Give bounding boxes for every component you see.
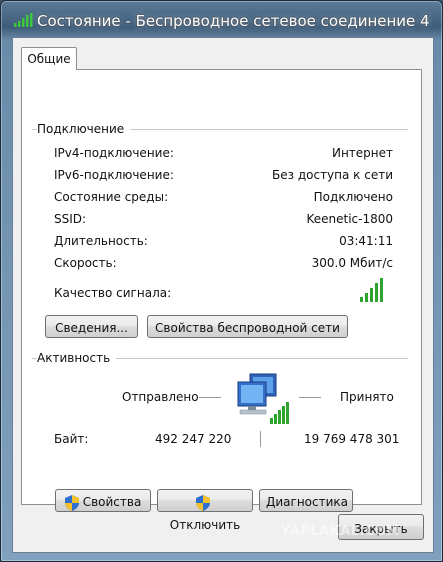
uac-shield-icon — [196, 494, 210, 511]
ssid-value: Keenetic-1800 — [306, 212, 393, 226]
status-dialog: Состояние - Беспроводное сетевое соедине… — [0, 0, 443, 562]
details-button[interactable]: Сведения... — [45, 315, 138, 338]
speed-value: 300.0 Мбит/с — [311, 256, 393, 270]
signal-bar — [360, 297, 363, 302]
duration-label: Длительность: — [54, 234, 148, 248]
title-bar[interactable]: Состояние - Беспроводное сетевое соедине… — [1, 1, 442, 37]
media-state-value: Подключено — [313, 190, 393, 204]
tab-general[interactable]: Общие — [21, 47, 77, 70]
ipv6-value: Без доступа к сети — [272, 168, 393, 182]
ssid-label: SSID: — [54, 212, 87, 226]
wifi-signal-icon — [14, 13, 33, 27]
sent-label: Отправлено — [122, 390, 199, 404]
bytes-sent-value: 492 247 220 — [155, 432, 232, 446]
ipv4-value: Интернет — [331, 146, 393, 160]
duration-value: 03:41:11 — [339, 234, 393, 248]
network-computers-icon — [237, 373, 289, 424]
received-label: Принято — [340, 390, 394, 404]
ipv6-label: IPv6-подключение: — [54, 168, 174, 182]
disable-button-label: Отключить — [169, 518, 241, 532]
wireless-properties-button[interactable]: Свойства беспроводной сети — [147, 315, 348, 338]
bytes-label: Байт: — [54, 432, 89, 446]
dialog-client-area: Общие Подключение IPv4-подключение: Инте… — [12, 37, 434, 553]
window-title: Состояние - Беспроводное сетевое соедине… — [37, 12, 430, 30]
bytes-divider — [260, 431, 261, 447]
media-state-label: Состояние среды: — [54, 190, 169, 204]
activity-section-title: Активность — [37, 351, 117, 365]
signal-strength-icon — [360, 278, 388, 302]
received-line — [299, 397, 321, 398]
sent-line — [199, 397, 221, 398]
speed-label: Скорость: — [54, 256, 117, 270]
uac-shield-icon — [64, 494, 79, 511]
bytes-received-value: 19 769 478 301 — [304, 432, 400, 446]
diagnose-button[interactable]: Диагностика — [259, 489, 353, 512]
properties-button[interactable]: Свойства — [55, 489, 151, 512]
signal-bar — [380, 278, 383, 302]
signal-bar — [375, 283, 378, 302]
properties-button-label: Свойства — [82, 495, 142, 509]
ipv4-label: IPv4-подключение: — [54, 146, 174, 160]
connection-section-title: Подключение — [37, 122, 131, 136]
signal-bar — [365, 293, 368, 302]
disable-button[interactable]: Отключить — [157, 489, 253, 532]
watermark-logo: YAPLAKAL.COM — [281, 524, 400, 539]
signal-quality-label: Качество сигнала: — [54, 286, 172, 300]
signal-bar — [370, 288, 373, 302]
tab-page-general: Подключение IPv4-подключение: Интернет I… — [21, 69, 422, 532]
